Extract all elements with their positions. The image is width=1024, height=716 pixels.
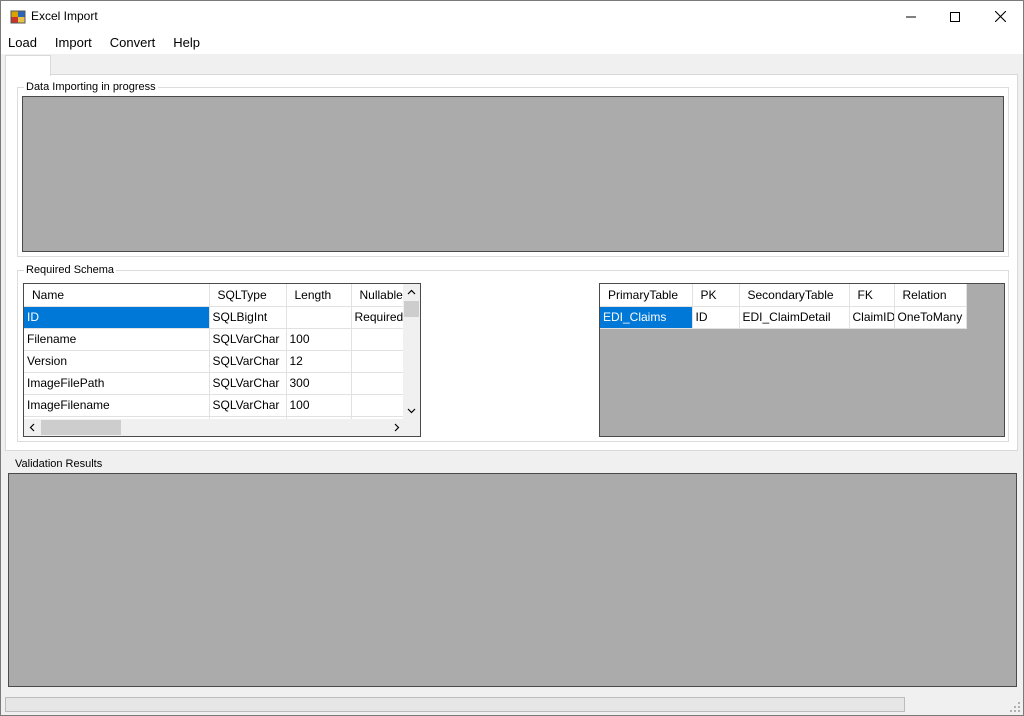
window-title: Excel Import (31, 9, 98, 23)
close-button[interactable] (977, 1, 1023, 32)
app-icon (10, 10, 26, 24)
menu-load[interactable]: Load (1, 32, 44, 54)
cell-length[interactable]: 100 (286, 328, 352, 351)
close-icon (994, 11, 1006, 22)
minimize-icon (906, 16, 916, 17)
cell-length[interactable]: 12 (286, 350, 352, 373)
title-bar: Excel Import (1, 1, 1023, 32)
cell-sqltype[interactable]: SQLVarChar (209, 350, 287, 373)
main-window: Excel Import Load Import Convert Help Da… (0, 0, 1024, 716)
menu-help[interactable]: Help (166, 32, 207, 54)
cell-primary-table[interactable]: EDI_Claims (600, 306, 693, 329)
maximize-icon (950, 11, 960, 22)
scroll-corner (403, 419, 420, 436)
relations-header-row: PrimaryTable PK SecondaryTable FK Relati… (600, 284, 967, 307)
col-header-pk[interactable]: PK (692, 284, 740, 307)
col-header-length[interactable]: Length (286, 284, 352, 307)
schema-table: Name SQLType Length Nullable ID SQLBigIn… (24, 284, 406, 436)
cell-fk[interactable]: ClaimID (849, 306, 895, 329)
table-row[interactable]: ID SQLBigInt Required! (24, 306, 406, 329)
table-row[interactable]: EDI_Claims ID EDI_ClaimDetail ClaimID On… (600, 306, 967, 329)
cell-sqltype[interactable]: SQLBigInt (209, 306, 287, 329)
schema-group-label: Required Schema (24, 263, 117, 277)
scroll-down-icon[interactable] (403, 402, 420, 419)
horizontal-scroll-thumb[interactable] (41, 420, 121, 435)
schema-vertical-scrollbar[interactable] (403, 284, 420, 419)
cell-relation[interactable]: OneToMany (894, 306, 967, 329)
col-header-primary-table[interactable]: PrimaryTable (600, 284, 693, 307)
cell-length[interactable]: 300 (286, 372, 352, 395)
cell-name[interactable]: ImageFilePath (24, 372, 210, 395)
menu-import[interactable]: Import (48, 32, 99, 54)
schema-grid[interactable]: Name SQLType Length Nullable ID SQLBigIn… (23, 283, 421, 437)
cell-name[interactable]: ID (24, 306, 210, 329)
cell-nullable[interactable] (351, 372, 406, 395)
maximize-button[interactable] (932, 1, 978, 32)
scroll-up-icon[interactable] (403, 284, 420, 301)
cell-length[interactable]: 100 (286, 394, 352, 417)
import-group-label: Data Importing in progress (24, 80, 158, 94)
cell-sqltype[interactable]: SQLVarChar (209, 328, 287, 351)
cell-secondary-table[interactable]: EDI_ClaimDetail (739, 306, 850, 329)
col-header-nullable[interactable]: Nullable (351, 284, 406, 307)
col-header-name[interactable]: Name (24, 284, 210, 307)
col-header-sqltype[interactable]: SQLType (209, 284, 287, 307)
col-header-secondary-table[interactable]: SecondaryTable (739, 284, 850, 307)
menu-convert[interactable]: Convert (103, 32, 163, 54)
validation-results-panel (8, 473, 1017, 687)
import-progress-panel (22, 96, 1004, 252)
tab-main[interactable] (5, 55, 51, 76)
cell-name[interactable]: ImageFilename (24, 394, 210, 417)
cell-name[interactable]: Version (24, 350, 210, 373)
relations-table: PrimaryTable PK SecondaryTable FK Relati… (600, 284, 967, 329)
validation-groupbox: Validation Results (5, 457, 1018, 691)
cell-length[interactable] (286, 306, 352, 329)
menu-bar: Load Import Convert Help (1, 32, 1023, 54)
cell-nullable[interactable]: Required! (351, 306, 406, 329)
status-progress-bar (5, 697, 905, 712)
import-groupbox: Data Importing in progress (17, 80, 1009, 257)
vertical-scroll-thumb[interactable] (404, 301, 419, 317)
table-row[interactable]: ImageFilename SQLVarChar 100 (24, 394, 406, 417)
col-header-fk[interactable]: FK (849, 284, 895, 307)
relations-grid[interactable]: PrimaryTable PK SecondaryTable FK Relati… (599, 283, 1005, 437)
scroll-left-icon[interactable] (24, 419, 41, 436)
schema-groupbox: Required Schema Name SQLType Length Null… (17, 263, 1009, 442)
table-row[interactable]: ImageFilePath SQLVarChar 300 (24, 372, 406, 395)
table-row[interactable]: Filename SQLVarChar 100 (24, 328, 406, 351)
resize-grip-icon[interactable] (1009, 701, 1021, 713)
minimize-button[interactable] (888, 1, 934, 32)
schema-header-row: Name SQLType Length Nullable (24, 284, 406, 307)
cell-sqltype[interactable]: SQLVarChar (209, 394, 287, 417)
schema-horizontal-scrollbar[interactable] (24, 419, 405, 436)
validation-group-label: Validation Results (13, 457, 105, 471)
cell-nullable[interactable] (351, 394, 406, 417)
col-header-relation[interactable]: Relation (894, 284, 967, 307)
cell-nullable[interactable] (351, 328, 406, 351)
cell-sqltype[interactable]: SQLVarChar (209, 372, 287, 395)
cell-nullable[interactable] (351, 350, 406, 373)
table-row[interactable]: Version SQLVarChar 12 (24, 350, 406, 373)
cell-name[interactable]: Filename (24, 328, 210, 351)
cell-pk[interactable]: ID (692, 306, 740, 329)
